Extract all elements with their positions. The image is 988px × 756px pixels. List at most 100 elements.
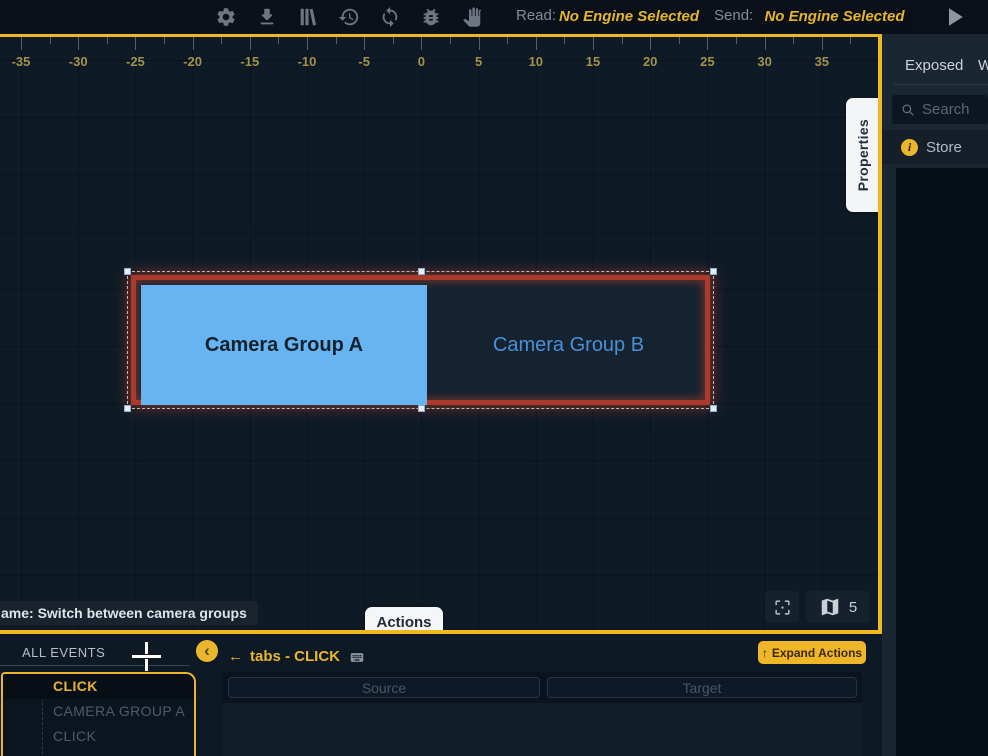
chevron-left-icon: ‹ bbox=[204, 642, 210, 659]
ruler-label: -25 bbox=[126, 54, 145, 69]
divider bbox=[0, 665, 190, 666]
event-list-box: CLICKCAMERA GROUP ACLICK bbox=[1, 672, 196, 756]
properties-tab-label: Properties bbox=[855, 119, 871, 191]
ruler-tick bbox=[736, 37, 737, 44]
ruler-tick bbox=[278, 37, 279, 44]
selection-box: Camera Group A Camera Group B bbox=[127, 271, 714, 409]
bottom-panel: ALL EVENTS CLICKCAMERA GROUP ACLICK ‹ ← … bbox=[0, 636, 882, 756]
ruler-label: 30 bbox=[757, 54, 771, 69]
search-box bbox=[892, 95, 988, 124]
event-list: CLICKCAMERA GROUP ACLICK bbox=[3, 674, 194, 749]
store-content-area bbox=[896, 168, 988, 756]
action-breadcrumb: ← tabs - CLICK bbox=[228, 648, 367, 665]
center-focus-icon bbox=[773, 598, 792, 617]
selection-handle[interactable] bbox=[418, 268, 425, 275]
selection-handle[interactable] bbox=[418, 405, 425, 412]
breadcrumb-label: tabs - CLICK bbox=[250, 648, 340, 665]
ruler-label: -15 bbox=[240, 54, 259, 69]
ruler-label: -5 bbox=[358, 54, 370, 69]
selection-handle[interactable] bbox=[124, 405, 131, 412]
send-engine-select[interactable]: No Engine Selected bbox=[757, 3, 912, 30]
ruler-label: 25 bbox=[700, 54, 714, 69]
ruler-tick bbox=[622, 37, 623, 44]
tab-exposed[interactable]: Exposed bbox=[905, 57, 963, 74]
ruler-label: -35 bbox=[12, 54, 31, 69]
pan-hand-icon[interactable] bbox=[459, 4, 485, 30]
ruler-tick bbox=[822, 37, 823, 50]
design-canvas[interactable]: -35 -30 -25 -20 -15 -10 -5 0 5 10 15 20 25 30 35 Camer… bbox=[0, 34, 882, 634]
ruler-tick bbox=[221, 37, 222, 44]
tabs-component[interactable]: Camera Group A Camera Group B bbox=[131, 275, 710, 405]
ruler-tick bbox=[650, 37, 651, 50]
import-icon[interactable] bbox=[254, 4, 280, 30]
selection-handle[interactable] bbox=[710, 405, 717, 412]
ruler-label: 15 bbox=[586, 54, 600, 69]
event-list-item[interactable]: CLICK bbox=[3, 674, 194, 699]
properties-drawer-tab[interactable]: Properties bbox=[846, 98, 880, 212]
source-input[interactable] bbox=[228, 677, 540, 698]
search-input[interactable] bbox=[922, 101, 982, 118]
ruler-tick bbox=[164, 37, 165, 44]
ruler-label: -10 bbox=[298, 54, 317, 69]
selection-handle[interactable] bbox=[124, 268, 131, 275]
source-target-strip bbox=[222, 672, 862, 703]
ruler-tick bbox=[564, 37, 565, 44]
ruler-tick bbox=[107, 37, 108, 44]
store-item[interactable]: i Store bbox=[882, 130, 988, 164]
ruler-tick bbox=[250, 37, 251, 50]
store-label: Store bbox=[926, 139, 962, 156]
component-name-tooltip: ame: Switch between camera groups bbox=[0, 601, 258, 625]
collapse-events-button[interactable]: ‹ bbox=[196, 640, 218, 662]
map-icon bbox=[819, 596, 841, 618]
play-icon[interactable] bbox=[938, 2, 970, 32]
map-overview-button[interactable]: 5 bbox=[806, 591, 870, 623]
search-icon bbox=[901, 103, 915, 117]
fit-view-button[interactable] bbox=[765, 591, 799, 623]
ruler-tick bbox=[707, 37, 708, 50]
map-count-badge: 5 bbox=[849, 599, 857, 616]
ruler-tick bbox=[793, 37, 794, 44]
ruler-label: -30 bbox=[69, 54, 88, 69]
ruler-tick bbox=[850, 37, 851, 44]
tab-camera-group-a[interactable]: Camera Group A bbox=[141, 285, 427, 405]
history-icon[interactable] bbox=[336, 4, 362, 30]
ruler-tick bbox=[479, 37, 480, 50]
event-list-item[interactable]: CAMERA GROUP A bbox=[3, 699, 194, 724]
ruler-label: 20 bbox=[643, 54, 657, 69]
sync-icon[interactable] bbox=[377, 4, 403, 30]
back-arrow-icon[interactable]: ← bbox=[228, 648, 243, 665]
library-icon[interactable] bbox=[295, 4, 321, 30]
ruler: -35 -30 -25 -20 -15 -10 -5 0 5 10 15 20 25 30 35 bbox=[0, 37, 878, 82]
tab-watched-partial[interactable]: W bbox=[978, 57, 988, 74]
expand-actions-button[interactable]: ↑ Expand Actions bbox=[758, 641, 866, 664]
read-label: Read: bbox=[516, 7, 556, 24]
info-icon: i bbox=[901, 139, 918, 156]
ruler-tick bbox=[135, 37, 136, 50]
ruler-tick bbox=[193, 37, 194, 50]
selection-handle[interactable] bbox=[710, 268, 717, 275]
arrow-up-icon: ↑ bbox=[762, 646, 768, 660]
ruler-label: 5 bbox=[475, 54, 482, 69]
tab-camera-group-b[interactable]: Camera Group B bbox=[427, 285, 710, 405]
divider bbox=[894, 84, 988, 85]
ruler-label: 35 bbox=[815, 54, 829, 69]
send-label: Send: bbox=[714, 7, 753, 24]
keyboard-icon[interactable] bbox=[347, 648, 367, 665]
ruler-tick bbox=[307, 37, 308, 50]
ruler-label: 0 bbox=[418, 54, 425, 69]
ruler-tick bbox=[21, 37, 22, 50]
ruler-tick bbox=[336, 37, 337, 44]
ruler-label: -20 bbox=[183, 54, 202, 69]
event-list-item[interactable]: CLICK bbox=[3, 724, 194, 749]
ruler-tick bbox=[679, 37, 680, 44]
ruler-tick bbox=[507, 37, 508, 44]
settings-icon[interactable] bbox=[213, 4, 239, 30]
debug-icon[interactable] bbox=[418, 4, 444, 30]
read-engine-select[interactable]: No Engine Selected bbox=[556, 3, 702, 30]
ruler-tick bbox=[393, 37, 394, 44]
actions-drawer-tab[interactable]: Actions bbox=[365, 607, 443, 634]
ruler-label: 10 bbox=[529, 54, 543, 69]
target-input[interactable] bbox=[547, 677, 857, 698]
ruler-tick bbox=[421, 37, 422, 50]
all-events-header[interactable]: ALL EVENTS bbox=[22, 645, 105, 660]
